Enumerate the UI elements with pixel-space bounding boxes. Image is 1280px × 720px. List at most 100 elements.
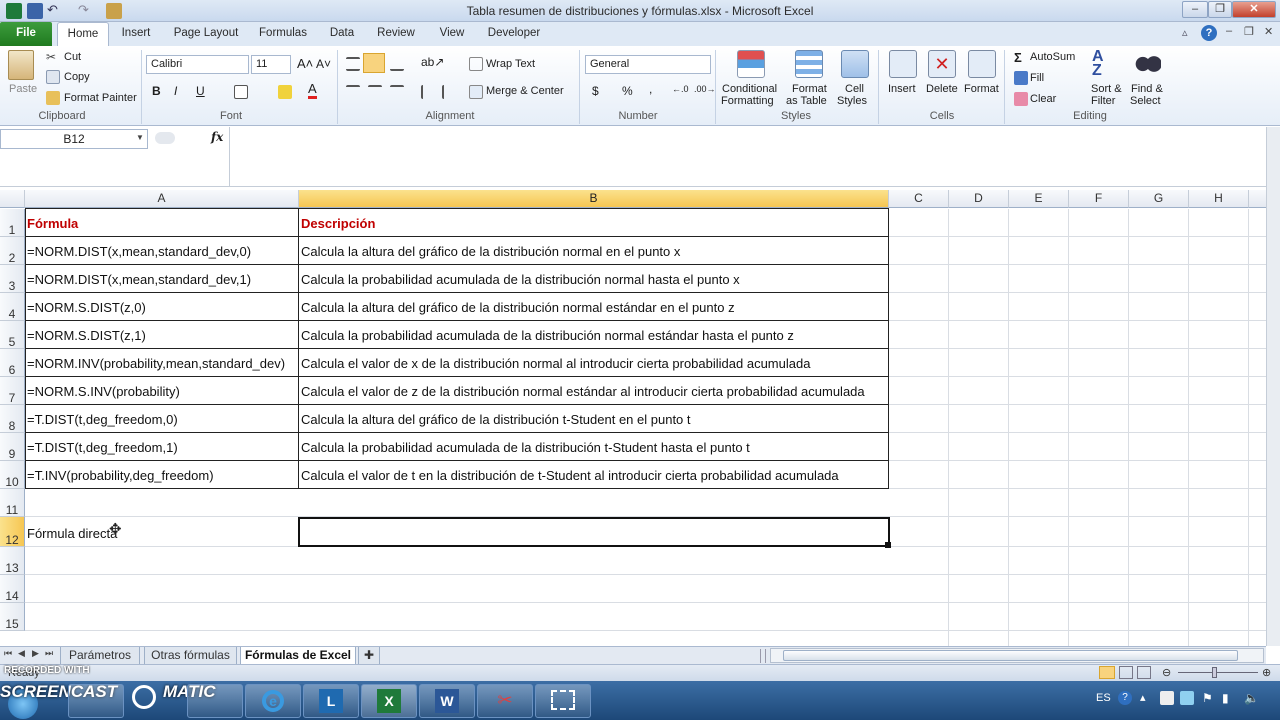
page-layout-view-icon[interactable] [1119,666,1133,679]
sort-filter-line2[interactable]: Filter [1091,95,1115,107]
italic-button[interactable]: I [174,84,177,98]
column-header-b[interactable]: B [299,190,889,208]
insert-function-icon[interactable]: fx [211,130,223,144]
row-header[interactable]: 6 [0,349,25,377]
help-icon[interactable]: ? [1201,25,1217,41]
row-header[interactable]: 9 [0,433,25,461]
currency-button[interactable]: $ [592,84,599,98]
column-header-partial[interactable] [1249,190,1266,208]
worksheet-grid[interactable]: A B C D E F G H 1 Fórmula Descripción 2 =NOR… [0,190,1266,646]
decrease-decimal-icon[interactable]: .00→ [694,84,716,94]
ie-taskbar-icon[interactable]: e [245,684,301,718]
autosum-button[interactable]: AutoSum [1030,51,1075,63]
zoom-in-icon[interactable]: ⊕ [1262,666,1271,679]
horizontal-scrollbar[interactable] [770,648,1264,663]
cell-styles-line1[interactable]: Cell [845,83,864,95]
font-color-icon[interactable]: A [308,82,317,99]
align-bottom-icon[interactable] [390,57,404,71]
page-break-view-icon[interactable] [1137,666,1151,679]
sort-filter-line1[interactable]: Sort & [1091,83,1122,95]
excel-taskbar-icon[interactable]: X [361,684,417,718]
underline-button[interactable]: U [196,84,205,98]
name-box-dropdown-icon[interactable]: ▼ [136,133,144,142]
tab-review[interactable]: Review [372,22,420,46]
orientation-icon[interactable]: ab↗ [421,55,444,69]
sheet-nav-first-icon[interactable]: ⏮ [4,648,12,659]
grow-font-icon[interactable]: A˄ [297,56,313,71]
find-select-line1[interactable]: Find & [1131,83,1163,95]
row-header[interactable]: 5 [0,321,25,349]
align-top-icon[interactable] [346,57,360,71]
font-name-combo[interactable]: Calibri [146,55,249,74]
workbook-restore-icon[interactable]: ❐ [1244,25,1254,38]
tray-app-icon[interactable] [1160,691,1174,705]
comma-button[interactable]: , [649,82,652,96]
number-format-combo[interactable]: General [585,55,711,74]
sheet-tab-parametros[interactable]: Parámetros [60,647,140,665]
cell-a[interactable]: Fórmula directa [25,526,117,541]
language-indicator[interactable]: ES [1096,692,1111,704]
zoom-out-icon[interactable]: ⊖ [1162,666,1171,679]
name-box[interactable]: B12 [0,129,148,149]
copy-button[interactable]: Copy [64,71,90,83]
clear-button[interactable]: Clear [1030,93,1056,105]
column-header-f[interactable]: F [1069,190,1129,208]
increase-indent-icon[interactable] [442,85,456,99]
wrap-text-button[interactable]: Wrap Text [486,58,535,70]
font-size-combo[interactable]: 11 [251,55,291,74]
insert-sheet-icon[interactable]: ✚ [358,647,380,665]
decrease-indent-icon[interactable] [421,85,435,99]
fill-button[interactable]: Fill [1030,72,1044,84]
row-header[interactable]: 15 [0,603,25,631]
shrink-font-icon[interactable]: A˅ [316,57,331,71]
insert-cells-button[interactable]: Insert [888,83,916,95]
cut-button[interactable]: Cut [64,51,81,63]
increase-decimal-icon[interactable]: ←.0 [672,84,689,94]
tray-flag-icon[interactable]: ⚑ [1202,691,1213,705]
bold-button[interactable]: B [152,84,161,98]
maximize-button[interactable]: ❐ [1208,1,1232,18]
tab-developer[interactable]: Developer [483,22,545,46]
tab-home[interactable]: Home [57,22,109,46]
row-header[interactable]: 11 [0,489,25,517]
column-header-e[interactable]: E [1009,190,1069,208]
format-as-table-line2[interactable]: as Table [786,95,827,107]
column-header-g[interactable]: G [1129,190,1189,208]
align-left-icon[interactable] [346,85,360,99]
snipping-taskbar-icon[interactable]: ✂ [477,684,533,718]
format-cells-button[interactable]: Format [964,83,999,95]
fill-handle[interactable] [885,542,891,548]
tab-data[interactable]: Data [322,22,362,46]
row-header[interactable]: 10 [0,461,25,489]
tab-file[interactable]: File [0,22,52,46]
cell-styles-line2[interactable]: Styles [837,95,867,107]
row-header[interactable]: 1 [0,209,25,237]
percent-button[interactable]: % [622,84,633,98]
align-right-icon[interactable] [390,85,404,99]
row-header[interactable]: 7 [0,377,25,405]
minimize-button[interactable]: – [1182,1,1208,18]
row-header[interactable]: 14 [0,575,25,603]
screen-capture-taskbar-icon[interactable] [535,684,591,718]
workbook-minimize-icon[interactable]: – [1226,25,1232,37]
row-header[interactable]: 3 [0,265,25,293]
tray-skype-icon[interactable] [1180,691,1194,705]
zoom-slider[interactable] [1178,672,1258,673]
tab-page-layout[interactable]: Page Layout [165,22,247,46]
sheet-nav-last-icon[interactable]: ⏭ [45,648,53,659]
zoom-slider-thumb[interactable] [1212,667,1217,678]
format-as-table-line1[interactable]: Format [792,83,827,95]
row-header[interactable]: 8 [0,405,25,433]
delete-cells-button[interactable]: Delete [926,83,958,95]
fill-color-icon[interactable] [278,85,292,99]
word-taskbar-icon[interactable]: W [419,684,475,718]
find-select-line2[interactable]: Select [1130,95,1161,107]
firefox-taskbar-icon[interactable] [187,684,243,718]
lync-taskbar-icon[interactable]: L [303,684,359,718]
borders-icon[interactable] [234,85,248,99]
format-painter-button[interactable]: Format Painter [64,92,137,104]
column-header-a[interactable]: A [25,190,299,208]
ribbon-collapse-icon[interactable]: ▵ [1182,26,1196,40]
align-middle-icon[interactable] [363,53,385,73]
sheet-nav-prev-icon[interactable]: ◀ [18,648,25,659]
